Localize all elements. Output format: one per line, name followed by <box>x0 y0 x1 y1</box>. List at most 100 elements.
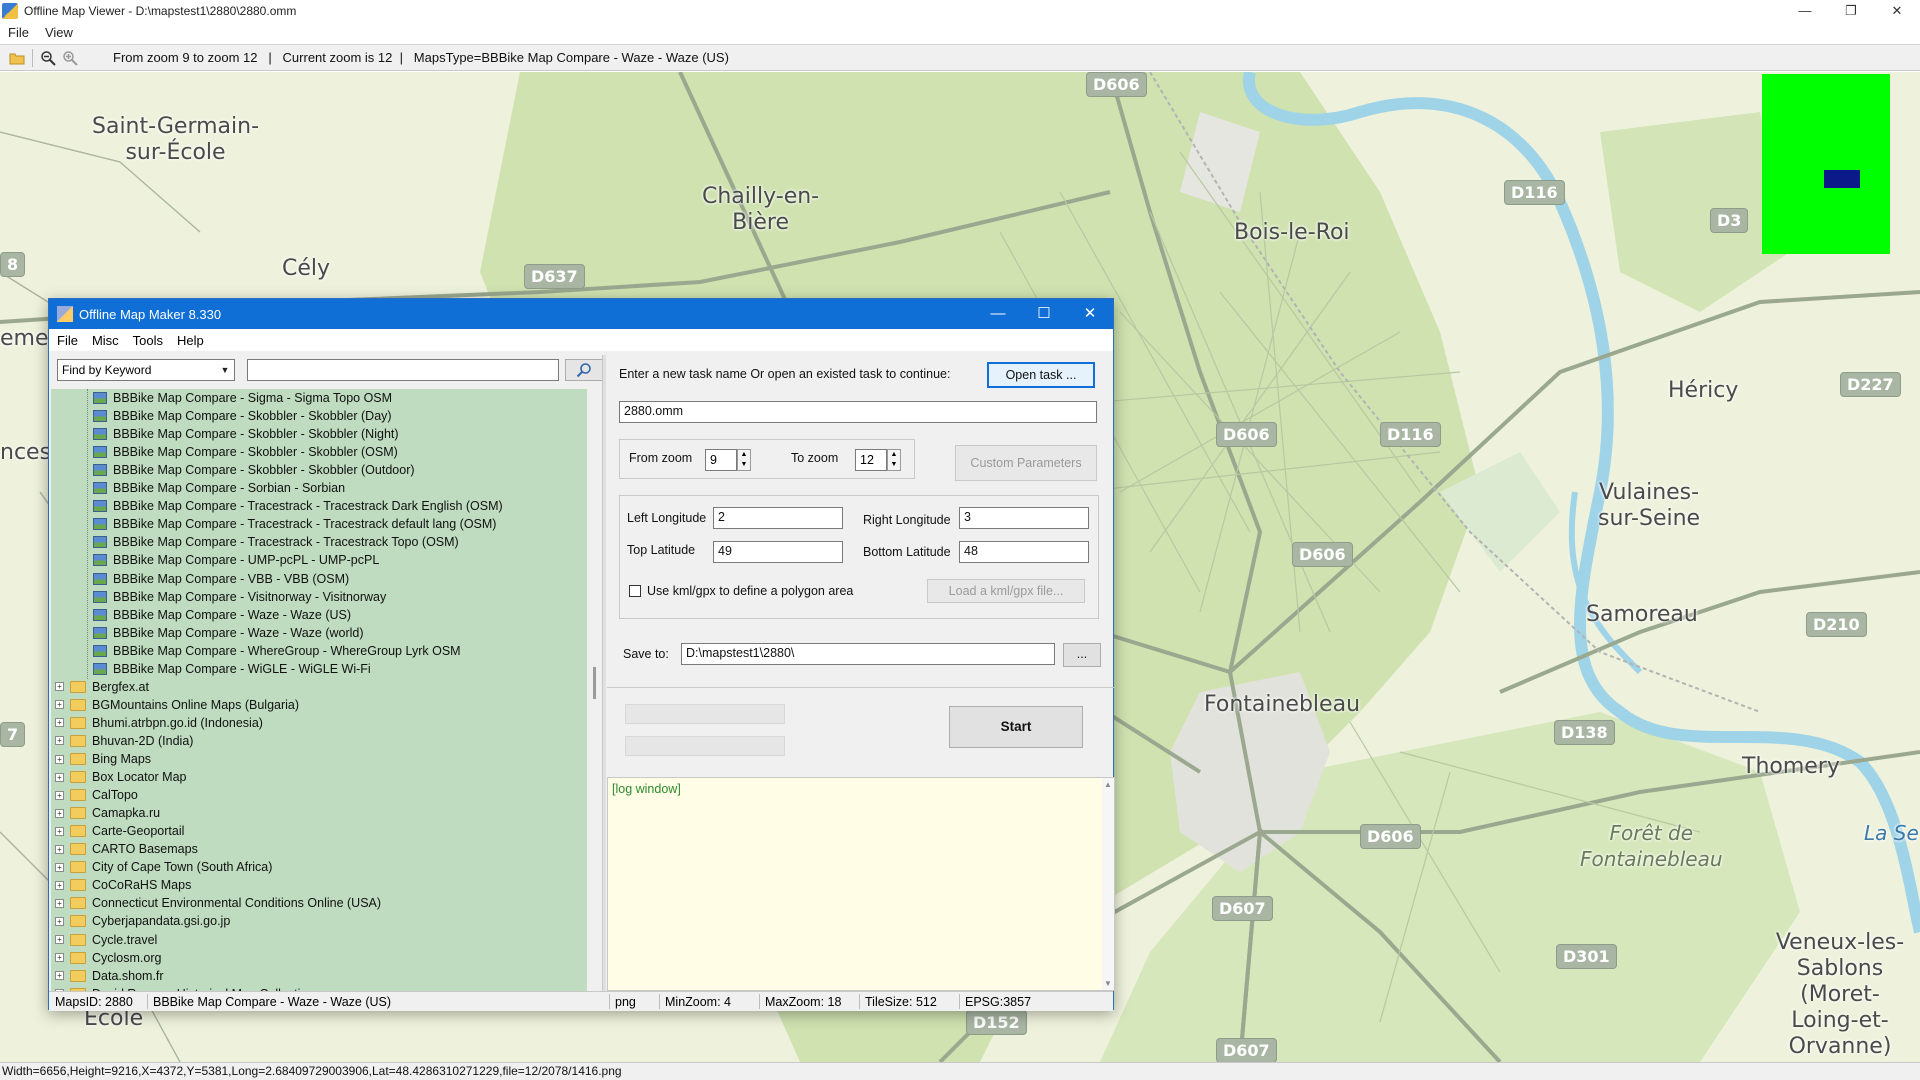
expand-icon[interactable]: + <box>55 880 64 890</box>
tree-item[interactable]: BBBike Map Compare - Skobbler - Skobbler… <box>93 461 415 479</box>
scroll-up-icon[interactable]: ▲ <box>1104 780 1112 789</box>
dialog-menu-file[interactable]: File <box>57 333 78 348</box>
tree-folder[interactable]: + City of Cape Town (South Africa) <box>55 858 272 876</box>
tree-item[interactable]: BBBike Map Compare - Skobbler - Skobbler… <box>93 425 399 443</box>
tree-folder[interactable]: + BGMountains Online Maps (Bulgaria) <box>55 696 299 714</box>
tree-folder[interactable]: + Connecticut Environmental Conditions On… <box>55 894 381 912</box>
dialog-menu-misc[interactable]: Misc <box>92 333 119 348</box>
tree-item[interactable]: BBBike Map Compare - Waze - Waze (US) <box>93 606 351 624</box>
dialog-maximize-button[interactable]: ☐ <box>1021 299 1067 329</box>
task-name-field[interactable]: 2880.omm <box>619 401 1097 423</box>
expand-icon[interactable]: + <box>55 862 64 872</box>
scroll-down-icon[interactable]: ▼ <box>1104 979 1112 988</box>
expand-icon[interactable]: + <box>55 844 64 854</box>
tree-item[interactable]: BBBike Map Compare - Sigma - Sigma Topo … <box>93 389 392 407</box>
from-zoom-value[interactable]: 9 <box>705 449 737 471</box>
open-task-button[interactable]: Open task ... <box>987 362 1095 388</box>
expand-icon[interactable]: + <box>55 808 64 818</box>
expand-icon[interactable]: + <box>55 700 64 710</box>
tree-folder[interactable]: + Bing Maps <box>55 750 151 768</box>
tree-item[interactable]: BBBike Map Compare - Tracestrack - Trace… <box>93 533 459 551</box>
left-longitude-field[interactable]: 2 <box>713 507 843 529</box>
to-zoom-value[interactable]: 12 <box>855 449 887 471</box>
maps-tree[interactable]: BBBike Map Compare - Sigma - Sigma Topo … <box>51 389 587 991</box>
dialog-menu-tools[interactable]: Tools <box>133 333 163 348</box>
search-button[interactable] <box>565 359 603 381</box>
left-longitude-label: Left Longitude <box>627 511 707 525</box>
expand-icon[interactable]: + <box>55 682 64 692</box>
menu-view[interactable]: View <box>45 25 73 40</box>
expand-icon[interactable]: + <box>55 718 64 728</box>
restore-button[interactable]: ❐ <box>1828 0 1874 22</box>
spin-arrows-icon[interactable]: ▲ ▼ <box>887 449 901 471</box>
panel-splitter[interactable] <box>602 355 606 995</box>
tree-item[interactable]: BBBike Map Compare - VBB - VBB (OSM) <box>93 570 349 588</box>
overview-viewport-rect[interactable] <box>1824 170 1860 188</box>
app-icon <box>2 3 18 19</box>
log-scrollbar[interactable]: ▲ ▼ <box>1102 778 1114 990</box>
close-button[interactable]: ✕ <box>1874 0 1920 22</box>
expand-icon[interactable]: + <box>55 916 64 926</box>
tree-item[interactable]: BBBike Map Compare - Visitnorway - Visit… <box>93 588 386 606</box>
dialog-minimize-button[interactable]: — <box>975 299 1021 329</box>
tree-item[interactable]: BBBike Map Compare - UMP-pcPL - UMP-pcPL <box>93 551 379 569</box>
custom-parameters-button[interactable]: Custom Parameters <box>955 445 1097 481</box>
spin-arrows-icon[interactable]: ▲ ▼ <box>737 449 751 471</box>
log-window[interactable]: [log window] ▲ ▼ <box>607 777 1115 991</box>
tree-item[interactable]: BBBike Map Compare - Skobbler - Skobbler… <box>93 407 392 425</box>
tree-item[interactable]: BBBike Map Compare - Waze - Waze (world) <box>93 624 364 642</box>
tree-folder[interactable]: + CARTO Basemaps <box>55 840 198 858</box>
expand-icon[interactable]: + <box>55 772 64 782</box>
dialog-titlebar[interactable]: Offline Map Maker 8.330 — ☐ ✕ <box>49 299 1113 329</box>
top-latitude-field[interactable]: 49 <box>713 541 843 563</box>
tree-folder[interactable]: + Carte-Geoportail <box>55 822 184 840</box>
tree-folder[interactable]: + Bhuvan-2D (India) <box>55 732 193 750</box>
tree-scroll-thumb[interactable] <box>593 667 596 699</box>
chevron-down-icon[interactable]: ▼ <box>218 362 232 378</box>
load-kml-button[interactable]: Load a kml/gpx file... <box>927 579 1085 603</box>
bottom-latitude-field[interactable]: 48 <box>959 541 1089 563</box>
dialog-close-button[interactable]: ✕ <box>1067 299 1113 329</box>
expand-icon[interactable]: + <box>55 754 64 764</box>
kml-checkbox[interactable] <box>629 585 641 597</box>
tree-item[interactable]: BBBike Map Compare - Tracestrack - Trace… <box>93 497 503 515</box>
tree-item[interactable]: BBBike Map Compare - Sorbian - Sorbian <box>93 479 345 497</box>
tree-item[interactable]: BBBike Map Compare - Tracestrack - Trace… <box>93 515 496 533</box>
tree-folder[interactable]: + Cycle.travel <box>55 931 157 949</box>
tree-scrollbar[interactable] <box>591 389 601 991</box>
start-button[interactable]: Start <box>949 706 1083 748</box>
tree-folder[interactable]: + Data.shom.fr <box>55 967 164 985</box>
folder-icon <box>70 698 86 711</box>
dialog-menu-help[interactable]: Help <box>177 333 204 348</box>
tree-item[interactable]: BBBike Map Compare - WiGLE - WiGLE Wi-Fi <box>93 660 371 678</box>
expand-icon[interactable]: + <box>55 736 64 746</box>
expand-icon[interactable]: + <box>55 898 64 908</box>
open-folder-icon[interactable] <box>6 48 28 68</box>
tree-item[interactable]: BBBike Map Compare - WhereGroup - WhereG… <box>93 642 461 660</box>
overview-minimap[interactable] <box>1762 74 1890 254</box>
tree-folder[interactable]: + Bhumi.atrbpn.go.id (Indonesia) <box>55 714 263 732</box>
save-path-field[interactable]: D:\mapstest1\2880\ <box>681 643 1055 665</box>
search-input[interactable] <box>247 359 559 381</box>
minimize-button[interactable]: — <box>1782 0 1828 22</box>
tree-folder[interactable]: + CalTopo <box>55 786 138 804</box>
right-longitude-field[interactable]: 3 <box>959 507 1089 529</box>
expand-icon[interactable]: + <box>55 971 64 981</box>
tree-folder[interactable]: + Camapka.ru <box>55 804 160 822</box>
expand-icon[interactable]: + <box>55 953 64 963</box>
tree-folder[interactable]: + Cyclosm.org <box>55 949 161 967</box>
expand-icon[interactable]: + <box>55 790 64 800</box>
search-mode-select[interactable]: Find by Keyword ▼ <box>57 359 235 381</box>
expand-icon[interactable]: + <box>55 935 64 944</box>
top-latitude-label: Top Latitude <box>627 543 696 557</box>
zoom-in-icon[interactable] <box>59 48 81 68</box>
tree-item[interactable]: BBBike Map Compare - Skobbler - Skobbler… <box>93 443 398 461</box>
tree-folder[interactable]: + CoCoRaHS Maps <box>55 876 191 894</box>
tree-folder[interactable]: + Cyberjapandata.gsi.go.jp <box>55 912 230 930</box>
tree-folder[interactable]: + Box Locator Map <box>55 768 187 786</box>
browse-button[interactable]: ... <box>1063 643 1101 667</box>
menu-file[interactable]: File <box>8 25 29 40</box>
zoom-out-icon[interactable] <box>37 48 59 68</box>
expand-icon[interactable]: + <box>55 826 64 836</box>
tree-folder[interactable]: + Bergfex.at <box>55 678 149 696</box>
